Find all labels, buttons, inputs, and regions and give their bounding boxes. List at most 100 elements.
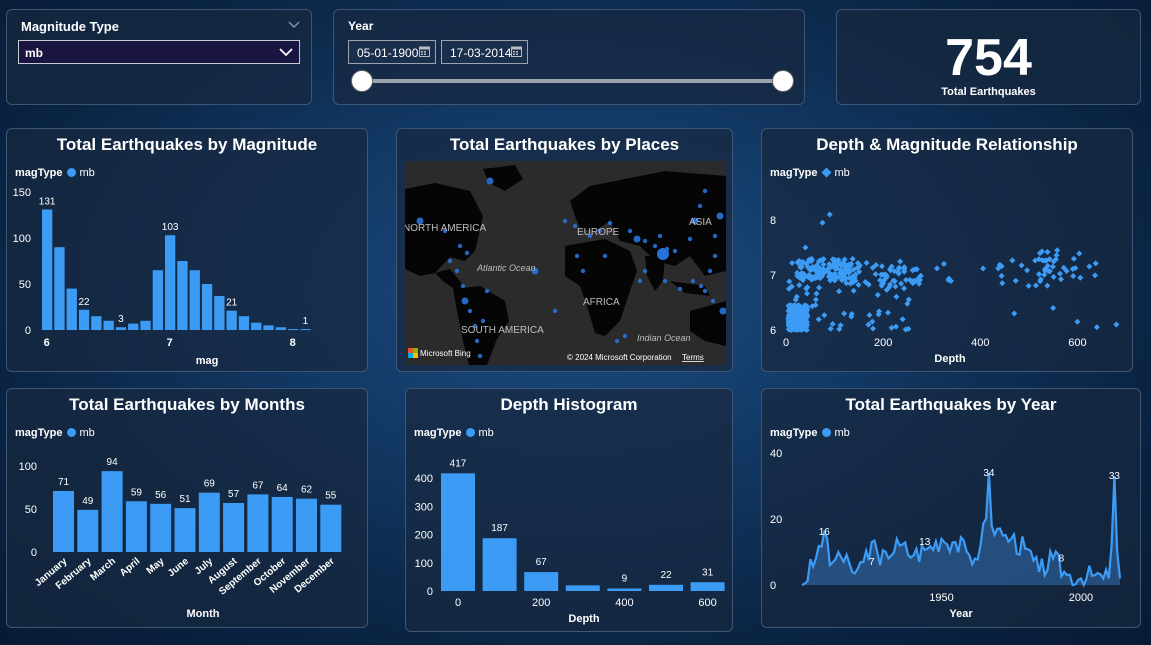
y-tick-label: 50 xyxy=(25,504,37,516)
y-tick-label: 0 xyxy=(427,586,433,598)
scatter-point xyxy=(841,310,848,317)
data-label: 33 xyxy=(1109,471,1121,482)
bar xyxy=(150,503,172,552)
scatter-point xyxy=(933,265,940,272)
earthquake-point xyxy=(697,203,703,209)
places-map-card: Total Earthquakes by Places NORTH AMERIC… xyxy=(396,128,733,372)
scatter-point xyxy=(1070,273,1077,280)
bar xyxy=(101,471,123,552)
scatter-point xyxy=(1054,247,1061,254)
data-label: 94 xyxy=(107,457,119,468)
year-chart-card: Total Earthquakes by Year magType mb 0 20 4… xyxy=(761,388,1141,628)
earthquake-point xyxy=(562,218,568,224)
scatter-point xyxy=(789,260,796,267)
earthquake-point xyxy=(642,238,648,244)
x-tick-label: 0 xyxy=(783,337,789,349)
bar xyxy=(198,492,220,552)
scatter-point xyxy=(1077,274,1084,281)
bar xyxy=(66,288,77,330)
end-date-input[interactable]: 17-03-2014 xyxy=(441,40,528,64)
scatter-point xyxy=(1113,321,1120,328)
y-tick-label: 150 xyxy=(13,187,31,199)
scatter-point xyxy=(815,316,822,323)
x-tick-label: 1950 xyxy=(929,592,953,604)
world-map[interactable]: NORTH AMERICA EUROPE ASIA Atlantic Ocean AFR… xyxy=(405,161,726,365)
bar xyxy=(251,322,262,330)
map-credit: Microsoft Bing xyxy=(420,349,471,358)
y-tick-label: 50 xyxy=(19,279,31,291)
scatter-point xyxy=(980,265,987,272)
start-date-input[interactable]: 05-01-1900 xyxy=(348,40,436,64)
bar xyxy=(607,588,642,591)
depth-magnitude-card: Depth & Magnitude Relationship magType mb… xyxy=(761,128,1133,372)
earthquake-point xyxy=(467,308,473,314)
earthquake-point xyxy=(622,333,628,339)
x-tick-label: April xyxy=(118,556,143,579)
x-tick-label: 0 xyxy=(455,597,461,609)
data-label: 49 xyxy=(82,496,94,507)
collapse-chevron-icon[interactable] xyxy=(288,20,300,30)
data-label: 69 xyxy=(204,479,216,490)
scatter-point xyxy=(1011,310,1018,317)
scatter-point xyxy=(1050,305,1057,311)
data-label: 22 xyxy=(660,570,672,581)
data-label: 8 xyxy=(1059,554,1065,565)
data-label: 55 xyxy=(325,491,337,502)
x-tick-label: 6 xyxy=(44,337,50,349)
calendar-icon[interactable] xyxy=(511,46,522,57)
earthquake-point xyxy=(460,283,466,289)
data-label: 31 xyxy=(702,567,714,578)
year-slider-track[interactable] xyxy=(362,79,784,83)
bar xyxy=(223,502,245,552)
year-slider-start-handle[interactable] xyxy=(351,70,373,92)
data-label: 103 xyxy=(162,222,179,233)
magnitude-type-dropdown[interactable]: mb xyxy=(18,40,300,64)
bar xyxy=(103,320,114,330)
earthquake-point xyxy=(657,233,663,239)
bing-logo-icon xyxy=(413,348,418,353)
calendar-icon[interactable] xyxy=(419,46,430,57)
data-label: 16 xyxy=(819,527,831,538)
scatter-point xyxy=(892,283,899,290)
scatter-point xyxy=(878,263,885,270)
y-tick-label: 8 xyxy=(770,215,776,227)
x-axis-label: mag xyxy=(196,355,219,367)
map-region-label: Atlantic Ocean xyxy=(476,263,536,273)
map-terms-link: Terms xyxy=(682,353,704,362)
scatter-point xyxy=(836,288,843,295)
depth-histogram-chart: 0 100 200 300 400 417 187 67 9 22 31 0 200 400 600 Dept… xyxy=(415,458,725,625)
data-label: 417 xyxy=(450,458,467,469)
bar xyxy=(140,320,151,330)
x-tick-label: June xyxy=(166,556,191,580)
data-label: 13 xyxy=(919,537,931,548)
bing-logo-icon xyxy=(408,353,413,358)
scatter-point xyxy=(813,290,820,297)
data-label: 67 xyxy=(252,480,264,491)
x-axis-label: Depth xyxy=(568,613,599,625)
earthquake-point xyxy=(627,228,633,234)
year-slider-end-handle[interactable] xyxy=(772,70,794,92)
scatter-point xyxy=(849,255,856,262)
y-tick-label: 0 xyxy=(25,325,31,337)
bar xyxy=(263,325,274,330)
earthquake-point xyxy=(677,286,683,292)
bar xyxy=(247,494,269,552)
depth-magnitude-scatter: 6 7 8 0 200 400 600 Depth xyxy=(770,211,1120,365)
scatter-point xyxy=(1035,271,1042,278)
x-tick-label: 200 xyxy=(532,597,550,609)
year-label: Year xyxy=(348,19,374,33)
scatter-point xyxy=(874,291,881,298)
earthquake-point xyxy=(552,308,558,314)
earthquake-point xyxy=(712,253,718,259)
bar xyxy=(690,582,725,591)
earthquake-point xyxy=(607,220,613,226)
scatter-point xyxy=(1044,282,1051,289)
scatter-point xyxy=(1050,273,1057,280)
scatter-point xyxy=(802,244,809,251)
y-tick-label: 0 xyxy=(31,547,37,559)
earthquake-point xyxy=(662,278,668,284)
scatter-point xyxy=(1058,276,1065,283)
bar xyxy=(77,509,99,552)
bar xyxy=(91,316,102,330)
scatter-point xyxy=(816,284,823,291)
